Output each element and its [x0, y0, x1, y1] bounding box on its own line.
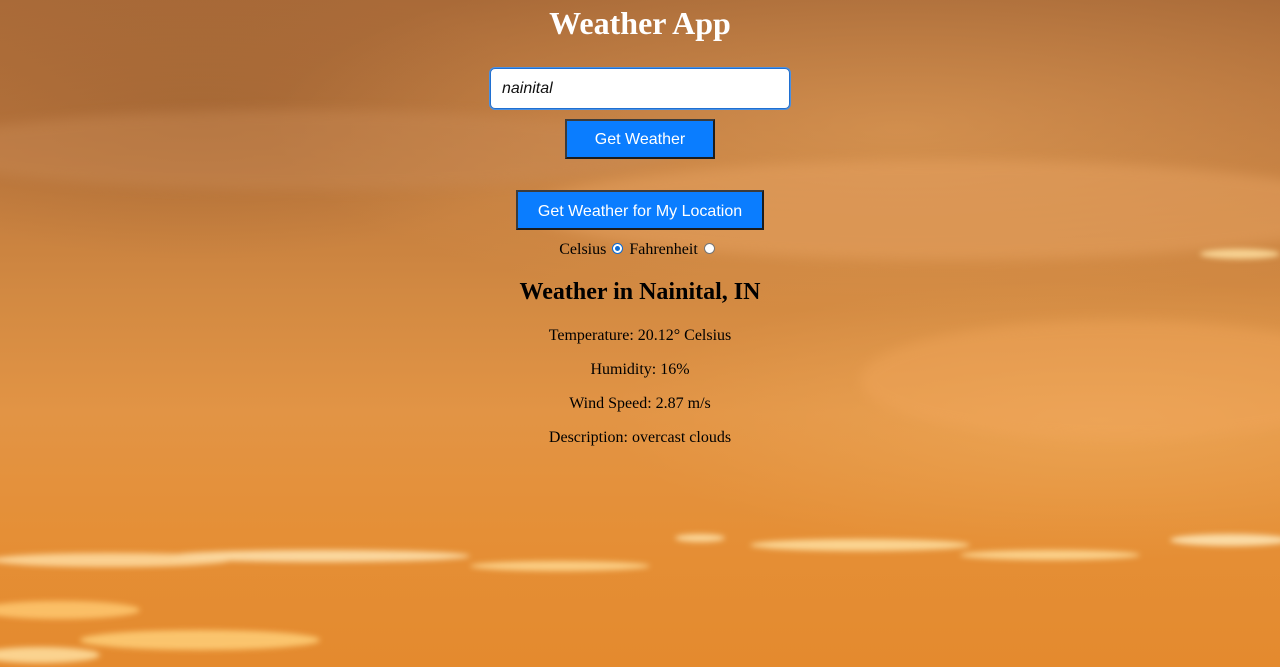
celsius-label[interactable]: Celsius [559, 241, 606, 259]
fahrenheit-label[interactable]: Fahrenheit [629, 241, 697, 259]
humidity-text: Humidity: 16% [590, 361, 690, 378]
wind-speed-text: Wind Speed: 2.87 m/s [569, 395, 711, 412]
weather-result-heading: Weather in Nainital, IN [519, 279, 761, 305]
city-search-input[interactable] [489, 67, 791, 110]
get-weather-button[interactable]: Get Weather [565, 119, 715, 159]
get-weather-my-location-button[interactable]: Get Weather for My Location [516, 190, 764, 230]
unit-selector: Celsius Fahrenheit [0, 241, 1280, 259]
description-text: Description: overcast clouds [548, 429, 732, 446]
celsius-radio[interactable] [612, 242, 624, 254]
temperature-text: Temperature: 20.12° Celsius [548, 327, 732, 344]
fahrenheit-radio[interactable] [703, 242, 715, 254]
app-title: Weather App [549, 5, 731, 41]
